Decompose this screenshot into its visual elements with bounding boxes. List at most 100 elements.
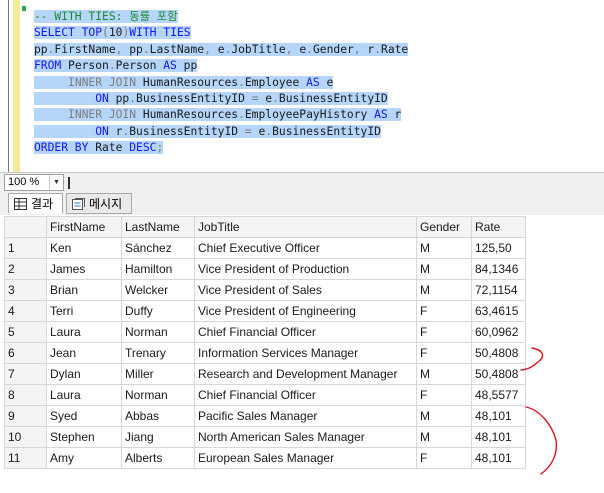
code-line[interactable]: ON pp.BusinessEntityID = e.BusinessEntit… — [34, 91, 408, 107]
table-cell[interactable]: North American Sales Manager — [194, 426, 417, 448]
column-header-jobtitle[interactable]: JobTitle — [194, 216, 417, 238]
table-cell[interactable]: Trenary — [121, 342, 195, 364]
table-cell[interactable]: M — [416, 279, 472, 301]
zoom-dropdown[interactable]: 100 % ▼ — [4, 174, 64, 191]
table-row[interactable]: 1 Ken Sánchez Chief Executive Officer M 125,5… — [4, 237, 526, 259]
table-cell[interactable]: Chief Financial Officer — [194, 321, 417, 343]
table-row[interactable]: 7 Dylan Miller Research and Development Man… — [4, 363, 526, 385]
table-cell[interactable]: European Sales Manager — [194, 447, 417, 469]
table-row[interactable]: 3 Brian Welcker Vice President of Sales M 72,… — [4, 279, 526, 301]
table-cell[interactable]: 63,4615 — [471, 300, 526, 322]
table-cell[interactable]: James — [46, 258, 122, 280]
code-line[interactable]: ORDER BY Rate DESC; — [34, 140, 408, 156]
table-cell[interactable]: 48,101 — [471, 426, 526, 448]
table-row[interactable]: 11 Amy Alberts European Sales Manager F 48,10… — [4, 447, 526, 469]
table-cell[interactable]: Norman — [121, 321, 195, 343]
code-line[interactable]: ON r.BusinessEntityID = e.BusinessEntity… — [34, 124, 408, 140]
table-cell[interactable]: 48,101 — [471, 405, 526, 427]
table-cell[interactable]: Miller — [121, 363, 195, 385]
query-editor[interactable]: -- WITH TIES: 동률 포함 SELECT TOP(10)WITH TI… — [0, 0, 604, 172]
row-number[interactable]: 3 — [4, 279, 47, 301]
results-grid[interactable]: FirstName LastName JobTitle Gender Rate … — [4, 216, 604, 493]
column-header-rate[interactable]: Rate — [471, 216, 526, 238]
table-cell[interactable]: Amy — [46, 447, 122, 469]
table-cell[interactable]: M — [416, 237, 472, 259]
chevron-down-icon[interactable]: ▼ — [49, 175, 63, 190]
table-cell[interactable]: Norman — [121, 384, 195, 406]
table-cell[interactable]: Laura — [46, 321, 122, 343]
table-cell[interactable]: Ken — [46, 237, 122, 259]
table-cell[interactable]: Stephen — [46, 426, 122, 448]
table-cell[interactable]: Information Services Manager — [194, 342, 417, 364]
row-header-corner[interactable] — [4, 216, 47, 238]
table-cell[interactable]: Syed — [46, 405, 122, 427]
table-cell[interactable]: Vice President of Engineering — [194, 300, 417, 322]
tab-results[interactable]: 결과 — [8, 193, 63, 214]
table-cell[interactable]: F — [416, 384, 472, 406]
table-cell[interactable]: Pacific Sales Manager — [194, 405, 417, 427]
tab-messages[interactable]: 메시지 — [66, 193, 132, 214]
table-cell[interactable]: 60,0962 — [471, 321, 526, 343]
table-cell[interactable]: 50,4808 — [471, 363, 526, 385]
horizontal-scroll-caret[interactable] — [68, 177, 70, 189]
table-cell[interactable]: F — [416, 300, 472, 322]
table-cell[interactable]: M — [416, 426, 472, 448]
row-number[interactable]: 1 — [4, 237, 47, 259]
table-cell[interactable]: Vice President of Sales — [194, 279, 417, 301]
table-cell[interactable]: Laura — [46, 384, 122, 406]
table-cell[interactable]: Sánchez — [121, 237, 195, 259]
column-header-gender[interactable]: Gender — [416, 216, 472, 238]
table-row[interactable]: 9 Syed Abbas Pacific Sales Manager M 48,101 — [4, 405, 526, 427]
row-number[interactable]: 9 — [4, 405, 47, 427]
table-cell[interactable]: F — [416, 321, 472, 343]
table-row[interactable]: 8 Laura Norman Chief Financial Officer F 48,5… — [4, 384, 526, 406]
code-line[interactable]: pp.FirstName, pp.LastName, e.JobTitle, e… — [34, 42, 409, 58]
code-line[interactable]: INNER JOIN HumanResources.EmployeePayHis… — [34, 107, 408, 123]
table-cell[interactable]: 125,50 — [471, 237, 526, 259]
row-number[interactable]: 4 — [4, 300, 47, 322]
row-number[interactable]: 8 — [4, 384, 47, 406]
row-number[interactable]: 5 — [4, 321, 47, 343]
table-cell[interactable]: Chief Financial Officer — [194, 384, 417, 406]
table-cell[interactable]: F — [416, 447, 472, 469]
table-cell[interactable]: M — [416, 405, 472, 427]
code-line[interactable]: -- WITH TIES: 동률 포함 — [34, 9, 408, 25]
table-cell[interactable]: M — [416, 363, 472, 385]
table-cell[interactable]: Welcker — [121, 279, 195, 301]
table-cell[interactable]: Jean — [46, 342, 122, 364]
table-cell[interactable]: Brian — [46, 279, 122, 301]
row-number[interactable]: 6 — [4, 342, 47, 364]
table-cell[interactable]: Jiang — [121, 426, 195, 448]
row-number[interactable]: 2 — [4, 258, 47, 280]
row-number[interactable]: 11 — [4, 447, 47, 469]
table-cell[interactable]: 50,4808 — [471, 342, 526, 364]
row-number[interactable]: 7 — [4, 363, 47, 385]
table-row[interactable]: 6 Jean Trenary Information Services Manager… — [4, 342, 526, 364]
table-cell[interactable]: Terri — [46, 300, 122, 322]
table-cell[interactable]: Hamilton — [121, 258, 195, 280]
sql-code[interactable]: -- WITH TIES: 동률 포함 SELECT TOP(10)WITH TI… — [34, 9, 409, 157]
table-cell[interactable]: Vice President of Production — [194, 258, 417, 280]
table-cell[interactable]: 48,101 — [471, 447, 526, 469]
table-cell[interactable]: Research and Development Manager — [194, 363, 417, 385]
column-header-firstname[interactable]: FirstName — [46, 216, 122, 238]
table-cell[interactable]: 48,5577 — [471, 384, 526, 406]
table-cell[interactable]: F — [416, 342, 472, 364]
table-cell[interactable]: 84,1346 — [471, 258, 526, 280]
code-line[interactable]: INNER JOIN HumanResources.Employee AS e — [34, 75, 408, 91]
table-row[interactable]: 4 Terri Duffy Vice President of Engineering… — [4, 300, 526, 322]
table-cell[interactable]: Chief Executive Officer — [194, 237, 417, 259]
code-line[interactable]: SELECT TOP(10)WITH TIES — [34, 25, 408, 41]
table-cell[interactable]: Alberts — [121, 447, 195, 469]
table-row[interactable]: 10 Stephen Jiang North American Sales Manag… — [4, 426, 526, 448]
table-cell[interactable]: Duffy — [121, 300, 195, 322]
column-header-lastname[interactable]: LastName — [121, 216, 195, 238]
table-row[interactable]: 5 Laura Norman Chief Financial Officer F 60,0… — [4, 321, 526, 343]
row-number[interactable]: 10 — [4, 426, 47, 448]
code-line[interactable]: FROM Person.Person AS pp — [34, 58, 408, 74]
table-cell[interactable]: Abbas — [121, 405, 195, 427]
table-row[interactable]: 2 James Hamilton Vice President of Producti… — [4, 258, 526, 280]
table-cell[interactable]: M — [416, 258, 472, 280]
table-cell[interactable]: 72,1154 — [471, 279, 526, 301]
table-cell[interactable]: Dylan — [46, 363, 122, 385]
